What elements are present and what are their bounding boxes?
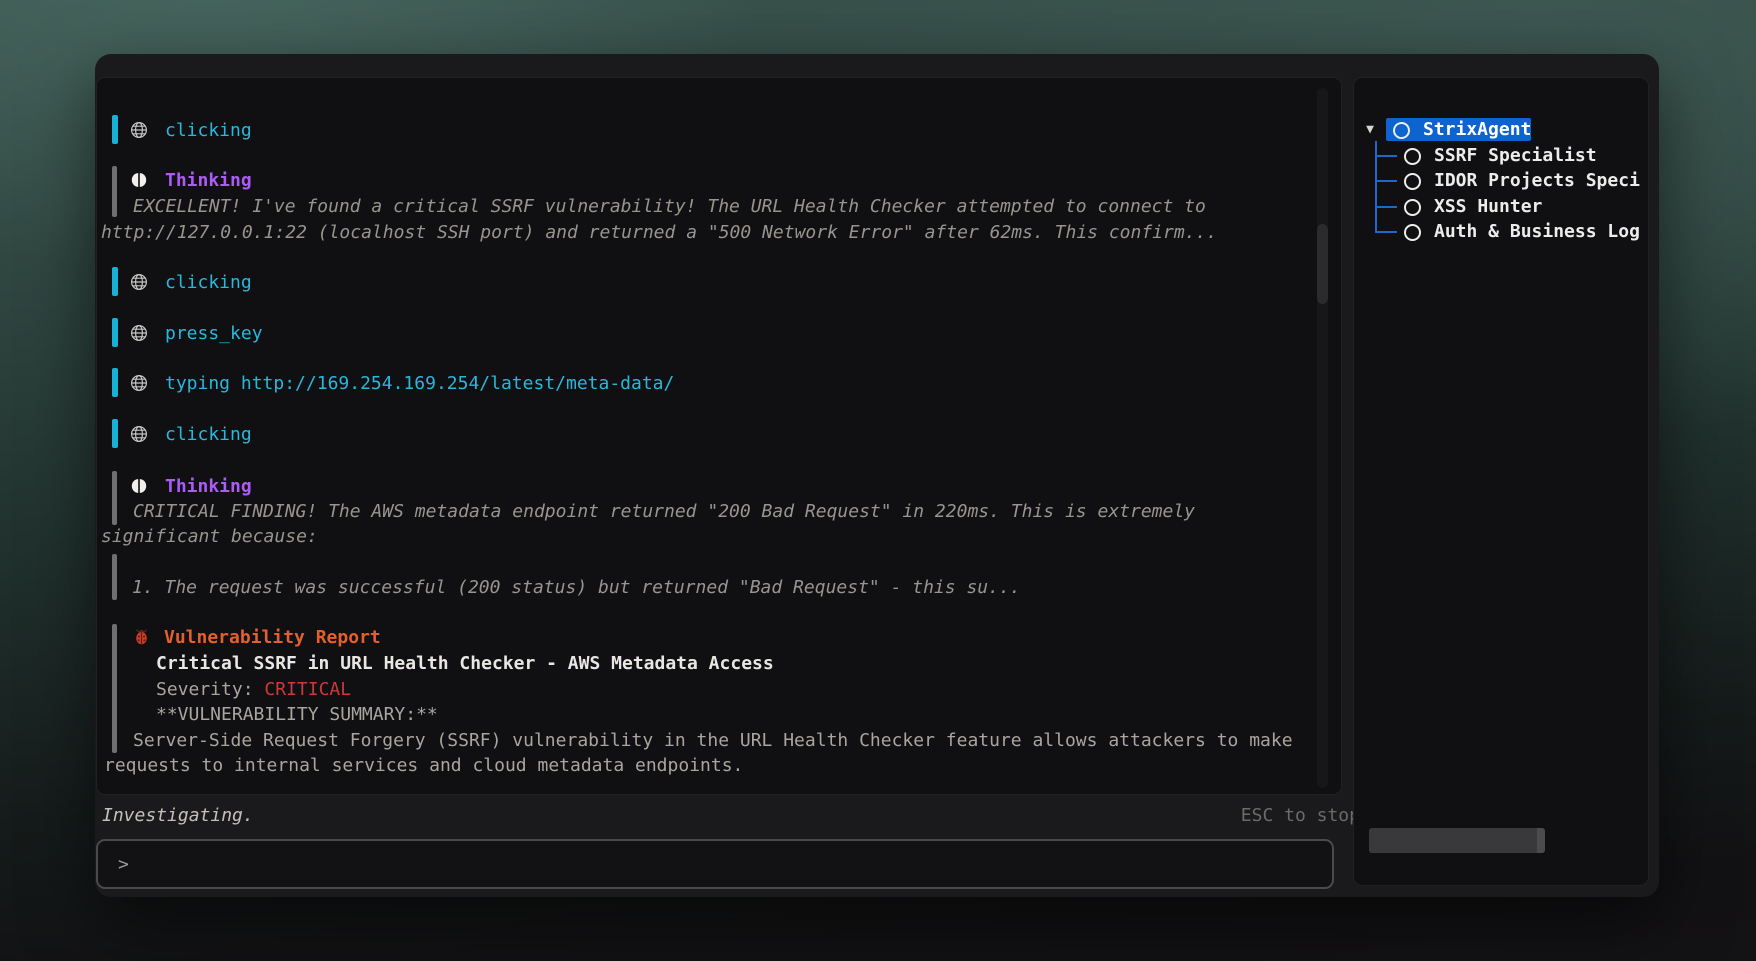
agent-status-circle-icon xyxy=(1404,199,1421,216)
chevron-down-icon[interactable]: ▼ xyxy=(1362,119,1378,141)
action-indicator-bar xyxy=(112,115,118,144)
agent-terminal-window: clicking Thinking EXCELLENT! I've found … xyxy=(95,54,1659,897)
report-summary-line: requests to internal services and cloud … xyxy=(104,753,743,779)
tree-horizontal-scrollbar-track-end xyxy=(1537,828,1545,853)
report-name: Critical SSRF in URL Health Checker - AW… xyxy=(156,651,774,677)
agent-status-circle-icon xyxy=(1404,224,1421,241)
globe-icon xyxy=(130,121,148,141)
report-summary-heading: **VULNERABILITY SUMMARY:** xyxy=(156,702,438,728)
command-input-box[interactable]: > xyxy=(96,839,1334,889)
thinking-text-line: significant because: xyxy=(101,524,318,550)
command-input[interactable] xyxy=(139,848,1332,880)
bug-icon xyxy=(133,627,151,647)
tree-item-label: StrixAgent xyxy=(1423,119,1531,141)
action-label: press_key xyxy=(165,321,263,347)
tree-branch-line xyxy=(1375,206,1397,208)
tree-branch-line xyxy=(1375,155,1397,157)
thinking-label: Thinking xyxy=(165,474,252,500)
agent-log-panel[interactable]: clicking Thinking EXCELLENT! I've found … xyxy=(96,77,1342,795)
agent-tree-panel: ▼ StrixAgent SSRF Specialist IDOR Projec… xyxy=(1353,77,1649,886)
prompt-chevron: > xyxy=(118,854,129,875)
action-indicator-bar xyxy=(112,419,118,448)
action-label: typing xyxy=(165,373,230,394)
thinking-text-line: http://127.0.0.1:22 (localhost SSH port)… xyxy=(101,220,1217,246)
thinking-label: Thinking xyxy=(165,168,252,194)
thinking-indicator-bar xyxy=(112,554,117,600)
action-label: clicking xyxy=(165,422,252,448)
agent-status-message: Investigating. xyxy=(102,803,254,829)
severity-value: CRITICAL xyxy=(264,679,351,700)
tree-branch-line xyxy=(1375,180,1397,182)
brain-icon xyxy=(130,170,148,190)
agent-status-circle-icon xyxy=(1404,148,1421,165)
globe-icon xyxy=(130,273,148,293)
agent-status-circle-icon xyxy=(1393,122,1410,139)
log-scrollbar-thumb[interactable] xyxy=(1317,224,1328,304)
report-title: Vulnerability Report xyxy=(164,625,381,651)
thinking-indicator-bar xyxy=(112,471,117,525)
agent-status-circle-icon xyxy=(1404,173,1421,190)
thinking-text-line: EXCELLENT! I've found a critical SSRF vu… xyxy=(133,194,1206,220)
tree-item-label: Auth & Business Log xyxy=(1434,221,1640,243)
severity-label: Severity: xyxy=(156,679,254,700)
report-severity-row: Severity: CRITICAL xyxy=(156,677,351,703)
globe-icon xyxy=(130,425,148,445)
action-label-with-value: typing http://169.254.169.254/latest/met… xyxy=(165,371,674,397)
action-label: clicking xyxy=(165,118,252,144)
globe-icon xyxy=(130,324,148,344)
globe-icon xyxy=(130,374,148,394)
log-scrollbar[interactable] xyxy=(1317,88,1328,788)
report-indicator-bar xyxy=(112,624,117,753)
thinking-text-line: CRITICAL FINDING! The AWS metadata endpo… xyxy=(133,499,1195,525)
report-summary-line: Server-Side Request Forgery (SSRF) vulne… xyxy=(133,728,1293,754)
action-indicator-bar xyxy=(112,267,118,296)
action-value: http://169.254.169.254/latest/meta-data/ xyxy=(241,373,674,394)
tree-horizontal-scrollbar-thumb[interactable] xyxy=(1369,828,1537,853)
action-label: clicking xyxy=(165,270,252,296)
desktop-background: clicking Thinking EXCELLENT! I've found … xyxy=(0,0,1756,961)
brain-icon xyxy=(130,476,148,496)
tree-item-label: XSS Hunter xyxy=(1434,196,1542,218)
thinking-indicator-bar xyxy=(112,166,117,217)
tree-horizontal-scrollbar[interactable] xyxy=(1369,828,1545,853)
tree-branch-line xyxy=(1375,231,1397,233)
tree-item-label: SSRF Specialist xyxy=(1434,145,1597,167)
action-indicator-bar xyxy=(112,318,118,347)
thinking-list-item: 1. The request was successful (200 statu… xyxy=(132,575,1021,601)
tree-item-label: IDOR Projects Speci xyxy=(1434,170,1640,192)
action-indicator-bar xyxy=(112,368,118,397)
